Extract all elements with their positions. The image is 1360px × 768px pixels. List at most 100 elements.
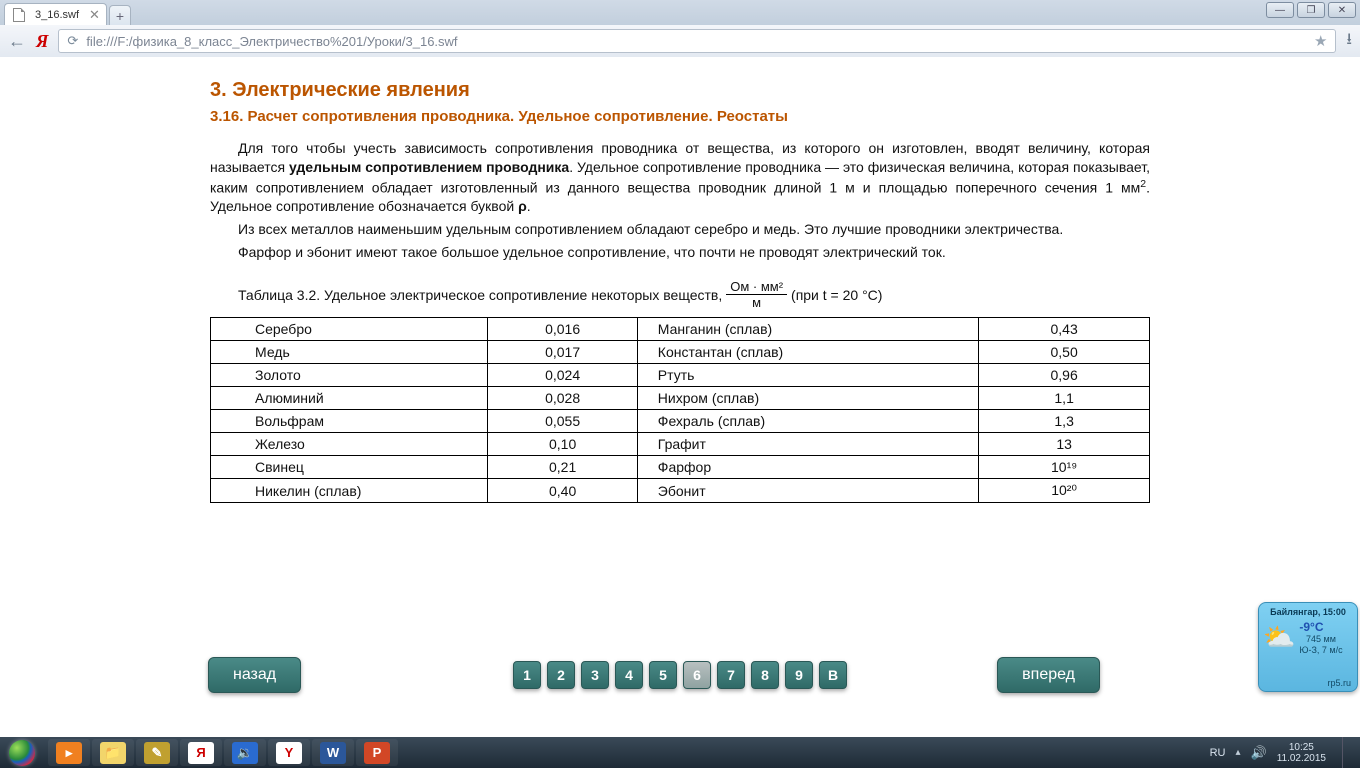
table-cell: Медь (211, 341, 488, 364)
clock-date: 11.02.2015 (1277, 753, 1326, 764)
table-row: Золото0,024Ртуть0,96 (211, 364, 1150, 387)
explorer-icon[interactable]: 📁 (92, 739, 134, 766)
back-page-button[interactable]: назад (208, 657, 301, 693)
table-cell: Эбонит (637, 479, 978, 503)
pager: назад 123456789В вперед (0, 661, 1360, 689)
paragraph-3: Фарфор и эбонит имеют такое большое удел… (210, 243, 1150, 262)
media-player-icon[interactable]: ▸ (48, 739, 90, 766)
ybrowser-icon-glyph: Y (276, 742, 302, 764)
table-cell: 13 (979, 433, 1150, 456)
chapter-title: 3. Электрические явления (210, 79, 1150, 102)
table-cell: Фарфор (637, 456, 978, 479)
table-caption: Таблица 3.2. Удельное электрическое сопр… (238, 280, 1150, 309)
table-cell: 0,024 (488, 364, 637, 387)
weather-site: rp5.ru (1327, 678, 1351, 688)
table-cell: Вольфрам (211, 410, 488, 433)
note-icon-glyph: ✎ (144, 742, 170, 764)
table-cell: Золото (211, 364, 488, 387)
table-cell: Серебро (211, 318, 488, 341)
ybrowser-icon[interactable]: Y (268, 739, 310, 766)
weather-wind: Ю-З, 7 м/с (1299, 645, 1342, 656)
file-icon (13, 8, 25, 22)
page-button-5[interactable]: 5 (649, 661, 677, 689)
table-row: Медь0,017Константан (сплав)0,50 (211, 341, 1150, 364)
page-button-В[interactable]: В (819, 661, 847, 689)
table-row: Вольфрам0,055Фехраль (сплав)1,3 (211, 410, 1150, 433)
table-cell: Железо (211, 433, 488, 456)
clock-time: 10:25 (1277, 742, 1326, 753)
page-button-8[interactable]: 8 (751, 661, 779, 689)
table-cell: Графит (637, 433, 978, 456)
weather-widget[interactable]: Байлянгар, 15:00 ⛅ -9°C 745 мм Ю-З, 7 м/… (1258, 602, 1358, 692)
table-row: Никелин (сплав)0,40Эбонит10²⁰ (211, 479, 1150, 503)
weather-temp: -9°C (1299, 620, 1342, 634)
powerpoint-icon[interactable]: P (356, 739, 398, 766)
back-button[interactable]: ← (8, 31, 26, 52)
table-row: Свинец0,21Фарфор10¹⁹ (211, 456, 1150, 479)
page-button-6[interactable]: 6 (683, 661, 711, 689)
page-button-2[interactable]: 2 (547, 661, 575, 689)
window-minimize-button[interactable]: — (1266, 2, 1294, 18)
show-desktop-button[interactable] (1342, 737, 1352, 768)
unit-fraction: Ом · мм² м (726, 280, 787, 309)
table-cell: 0,10 (488, 433, 637, 456)
table-cell: 0,40 (488, 479, 637, 503)
page-button-3[interactable]: 3 (581, 661, 609, 689)
bookmark-star-icon[interactable]: ★ (1314, 32, 1327, 50)
table-cell: 10¹⁹ (979, 456, 1150, 479)
table-cell: 0,055 (488, 410, 637, 433)
tray-chevron-icon[interactable]: ▴ (1235, 747, 1240, 758)
table-cell: 0,017 (488, 341, 637, 364)
taskbar: ▸ 📁 ✎ Я 🔉 YWP RU ▴ 🔊 10:25 11.02.2015 (0, 737, 1360, 768)
sound-icon-glyph: 🔉 (232, 742, 258, 764)
browser-chrome: — ❐ ✕ 3_16.swf ✕ + ← Я ⟳ file:///F:/физи… (0, 0, 1360, 58)
yandex-icon-glyph: Я (188, 742, 214, 764)
page-button-4[interactable]: 4 (615, 661, 643, 689)
table-row: Алюминий0,028Нихром (сплав)1,1 (211, 387, 1150, 410)
weather-pressure: 745 мм (1299, 634, 1342, 645)
browser-tab[interactable]: 3_16.swf ✕ (4, 3, 107, 25)
downloads-button[interactable]: ⭳ (1346, 28, 1352, 55)
table-cell: 0,96 (979, 364, 1150, 387)
table-cell: 0,50 (979, 341, 1150, 364)
table-cell: 0,21 (488, 456, 637, 479)
address-bar[interactable]: ⟳ file:///F:/физика_8_класс_Электричеств… (58, 29, 1336, 53)
page-button-1[interactable]: 1 (513, 661, 541, 689)
reload-icon[interactable]: ⟳ (67, 33, 78, 49)
table-cell: Константан (сплав) (637, 341, 978, 364)
clock[interactable]: 10:25 11.02.2015 (1277, 742, 1326, 764)
table-cell: 10²⁰ (979, 479, 1150, 503)
new-tab-button[interactable]: + (109, 5, 131, 25)
start-button[interactable] (0, 737, 44, 768)
table-row: Серебро0,016Манганин (сплав)0,43 (211, 318, 1150, 341)
table-cell: Нихром (сплав) (637, 387, 978, 410)
table-cell: Алюминий (211, 387, 488, 410)
table-cell: 1,1 (979, 387, 1150, 410)
weather-icon: ⛅ (1263, 622, 1295, 653)
sound-icon[interactable]: 🔉 (224, 739, 266, 766)
yandex-icon[interactable]: Я (180, 739, 222, 766)
tab-title: 3_16.swf (35, 9, 79, 21)
word-icon-glyph: W (320, 742, 346, 764)
page-button-9[interactable]: 9 (785, 661, 813, 689)
word-icon[interactable]: W (312, 739, 354, 766)
note-icon[interactable]: ✎ (136, 739, 178, 766)
table-cell: Ртуть (637, 364, 978, 387)
explorer-icon-glyph: 📁 (100, 742, 126, 764)
tab-close-button[interactable]: ✕ (89, 7, 100, 23)
table-cell: 0,016 (488, 318, 637, 341)
section-title: 3.16. Расчет сопротивления проводника. У… (210, 108, 1150, 125)
language-indicator[interactable]: RU (1210, 747, 1226, 759)
page-content: 3. Электрические явления 3.16. Расчет со… (0, 57, 1360, 737)
window-close-button[interactable]: ✕ (1328, 2, 1356, 18)
url-text: file:///F:/физика_8_класс_Электричество%… (86, 34, 1306, 49)
windows-orb-icon (9, 740, 35, 766)
forward-page-button[interactable]: вперед (997, 657, 1100, 693)
speaker-icon[interactable]: 🔊 (1251, 745, 1267, 761)
table-cell: Никелин (сплав) (211, 479, 488, 503)
yandex-logo[interactable]: Я (36, 31, 48, 52)
table-cell: Свинец (211, 456, 488, 479)
page-numbers: 123456789В (513, 661, 847, 689)
window-restore-button[interactable]: ❐ (1297, 2, 1325, 18)
page-button-7[interactable]: 7 (717, 661, 745, 689)
